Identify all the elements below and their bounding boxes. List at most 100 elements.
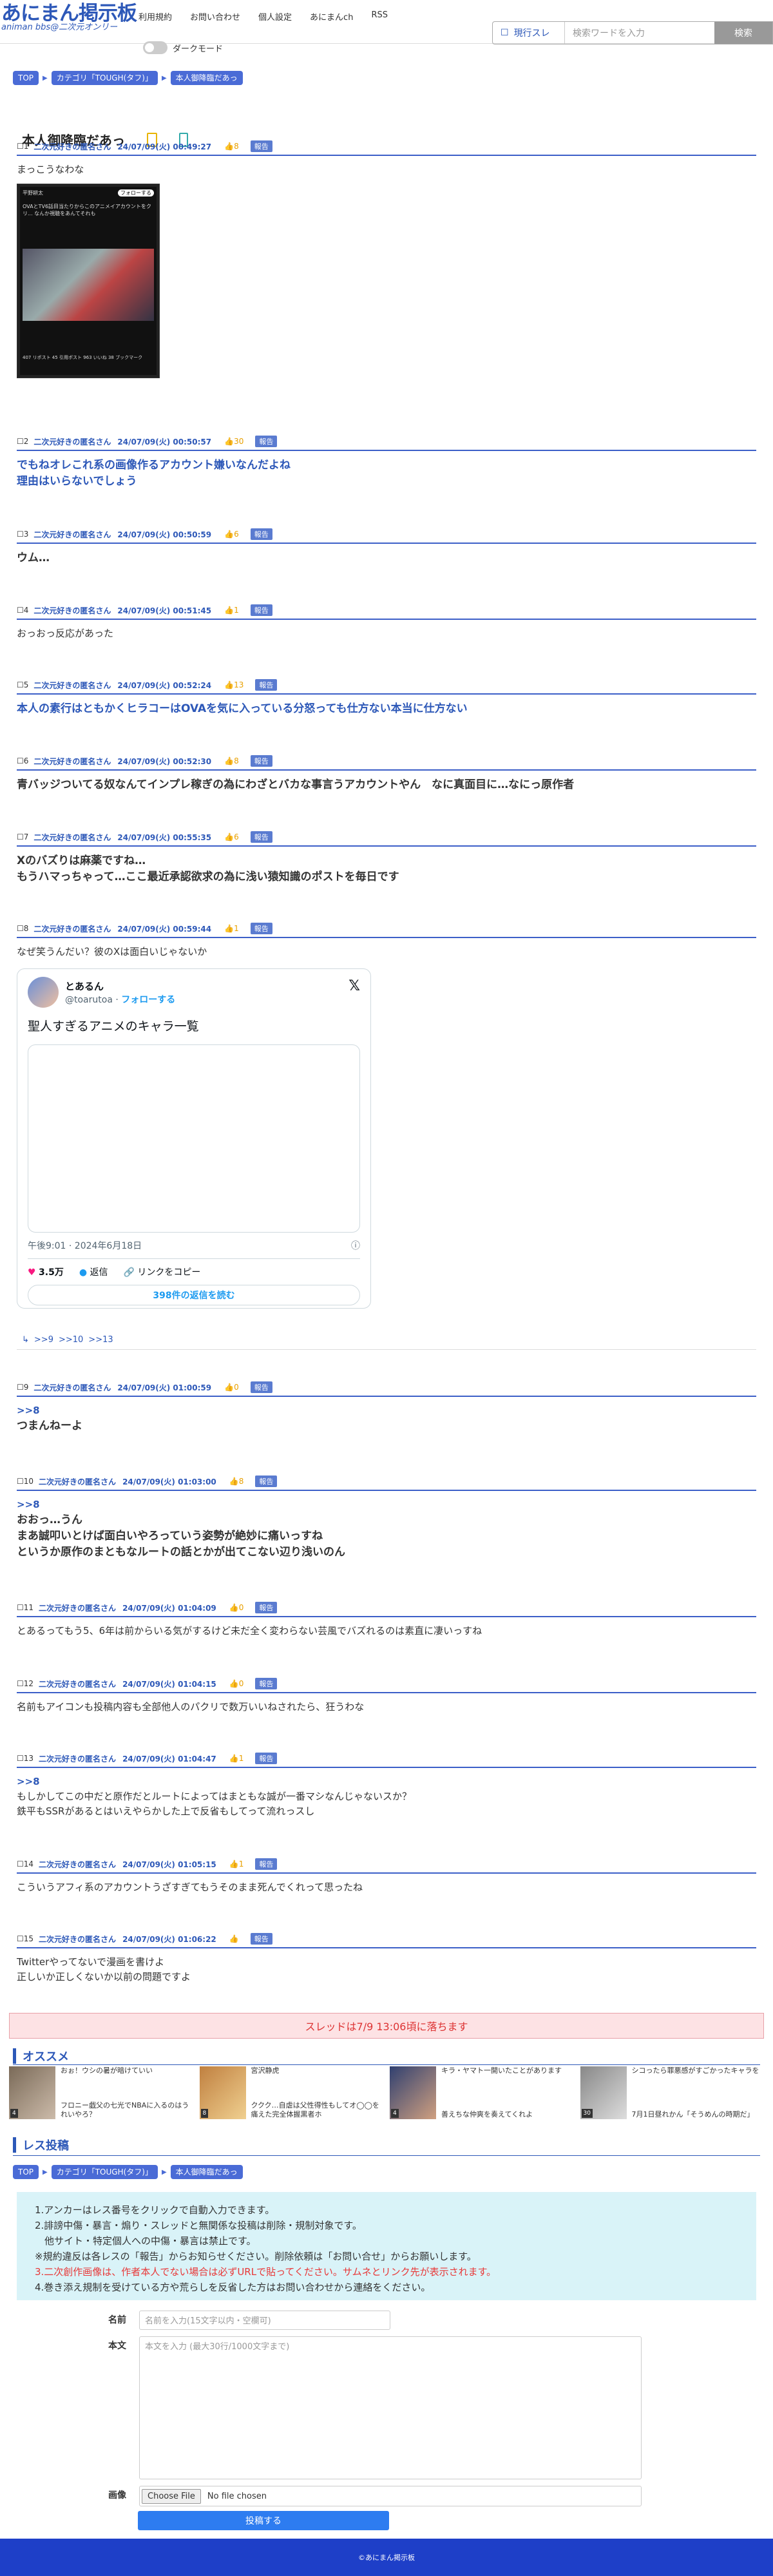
breadcrumb-thread[interactable]: 本人御降臨だあっ	[170, 71, 243, 85]
nav-settings[interactable]: 個人設定	[258, 10, 292, 23]
nav-contact[interactable]: お問い合わせ	[190, 10, 240, 23]
like-count[interactable]: 👍1	[224, 924, 239, 933]
recommend-item[interactable]: 30 シコったら罪悪感がすごかったキャラを 7月1日昼れかん「そうめんの時期だ」	[580, 2066, 765, 2119]
like-count[interactable]: 👍8	[224, 142, 239, 151]
recommend-link[interactable]: キラ・ヤマト一開いたことがあります	[441, 2066, 562, 2075]
recommend-thumbnail[interactable]: 4	[9, 2066, 55, 2119]
recommend-link[interactable]: 宮沢静虎	[251, 2066, 384, 2075]
like-count[interactable]: 👍	[229, 1934, 239, 1943]
post-line[interactable]: >>8	[17, 1774, 756, 1789]
read-replies-button[interactable]: 398件の返信を読む	[28, 1285, 360, 1305]
recommend-item[interactable]: 4 おぉ！ウシの暑が暗けていい フロニー戯父の七光でNBAに入るのはうれいやろ？	[9, 2066, 193, 2119]
dark-mode-toggle[interactable]: ダークモード	[143, 41, 223, 54]
search-button[interactable]: 検索	[714, 22, 772, 44]
post-number[interactable]: ☐6	[17, 756, 28, 765]
post-number[interactable]: ☐1	[17, 142, 28, 151]
info-icon[interactable]: ⓘ	[351, 1239, 360, 1252]
recommend-thumbnail[interactable]: 30	[580, 2066, 627, 2119]
copy-link-action[interactable]: 🔗 リンクをコピー	[124, 1265, 201, 1278]
like-count[interactable]: 👍1	[229, 1754, 244, 1763]
post-number[interactable]: ☐12	[17, 1679, 33, 1688]
recommend-link[interactable]: 7月1日昼れかん「そうめんの時期だ」	[632, 2110, 759, 2119]
report-button[interactable]: 報告	[255, 679, 278, 691]
report-button[interactable]: 報告	[255, 436, 278, 447]
like-count[interactable]: 👍8	[224, 756, 239, 765]
post-number[interactable]: ☐5	[17, 680, 28, 689]
post-number[interactable]: ☐15	[17, 1934, 33, 1943]
choose-file-button[interactable]: Choose File	[142, 2488, 201, 2504]
like-count[interactable]: 👍6	[224, 530, 239, 539]
report-button[interactable]: 報告	[250, 140, 272, 152]
x-logo-icon[interactable]: 𝕏	[348, 978, 360, 994]
post-number[interactable]: ☐3	[17, 530, 28, 539]
reply-link[interactable]: >>9	[34, 1335, 53, 1345]
breadcrumb-category[interactable]: カテゴリ「TOUGH(タフ)」	[51, 2165, 158, 2179]
submit-button[interactable]: 投稿する	[138, 2511, 389, 2530]
search-input[interactable]: 検索ワードを入力	[565, 22, 714, 44]
like-count[interactable]: 👍13	[224, 680, 243, 689]
recommend-link[interactable]: おぉ！ウシの暑が暗けていい	[61, 2066, 193, 2075]
post-number[interactable]: ☐8	[17, 924, 28, 933]
tweet-time[interactable]: 午後9:01 · 2024年6月18日	[28, 1239, 142, 1252]
nav-rss[interactable]: RSS	[371, 10, 388, 23]
report-button[interactable]: 報告	[250, 755, 272, 767]
recommend-thumbnail[interactable]: 8	[199, 2066, 246, 2119]
report-button[interactable]: 報告	[250, 831, 272, 843]
recommend-thumbnail[interactable]: 4	[390, 2066, 436, 2119]
recommend-link[interactable]: フロニー戯父の七光でNBAに入るのはうれいやろ？	[61, 2101, 193, 2119]
like-count[interactable]: 👍0	[224, 1383, 239, 1392]
checkbox-icon[interactable]: ☐	[501, 28, 509, 38]
name-field[interactable]: 名前を入力(15文字以内・空欄可)	[139, 2311, 390, 2330]
report-button[interactable]: 報告	[255, 1602, 278, 1613]
recommend-item[interactable]: 8 宮沢静虎 ククク…自虐は父性得性もしてオ◯◯を痛えた完全体握黒者ホ	[199, 2066, 384, 2119]
post-number[interactable]: ☐7	[17, 832, 28, 841]
nav-animanch[interactable]: あにまんch	[310, 10, 353, 23]
like-count[interactable]: 👍1	[229, 1860, 244, 1869]
recommend-item[interactable]: 4 キラ・ヤマト一開いたことがあります 善えちな仲爽を奏えてくれよ	[390, 2066, 574, 2119]
report-button[interactable]: 報告	[255, 1475, 278, 1487]
breadcrumb-thread[interactable]: 本人御降臨だあっ	[170, 2165, 243, 2179]
report-button[interactable]: 報告	[250, 604, 272, 616]
post-number[interactable]: ☐10	[17, 1477, 33, 1486]
nav-terms[interactable]: 利用規約	[138, 10, 172, 23]
like-count[interactable]: 👍30	[224, 437, 243, 446]
post-line[interactable]: >>8	[17, 1497, 756, 1512]
like-count[interactable]: 👍0	[229, 1603, 244, 1612]
post-number[interactable]: ☐9	[17, 1383, 28, 1392]
post-number[interactable]: ☐4	[17, 606, 28, 615]
post-number[interactable]: ☐11	[17, 1603, 33, 1612]
reply-link[interactable]: >>13	[88, 1335, 113, 1345]
post-image[interactable]: 平野耕太 フォローする OVAとTV6話目当たりからこのアニメイアカウントをクリ.…	[17, 184, 160, 378]
toggle-switch[interactable]	[143, 41, 167, 54]
breadcrumb-top[interactable]: TOP	[13, 2165, 39, 2179]
post-number[interactable]: ☐14	[17, 1860, 33, 1869]
site-logo[interactable]: あにまん掲示板 animan bbs@二次元オンリー	[0, 0, 138, 32]
recommend-link[interactable]: 善えちな仲爽を奏えてくれよ	[441, 2110, 562, 2119]
tweet-media[interactable]	[28, 1044, 360, 1233]
tweet-follow-link[interactable]: フォローする	[121, 995, 175, 1005]
report-button[interactable]: 報告	[250, 528, 272, 540]
post-line[interactable]: >>8	[17, 1403, 756, 1418]
search-scope-select[interactable]: ☐ 現行スレ	[493, 22, 565, 44]
breadcrumb-category[interactable]: カテゴリ「TOUGH(タフ)」	[51, 71, 158, 85]
breadcrumb-top[interactable]: TOP	[13, 71, 39, 85]
report-button[interactable]: 報告	[255, 1678, 278, 1689]
body-textarea[interactable]: 本文を入力 (最大30行/1000文字まで)	[139, 2336, 642, 2479]
report-button[interactable]: 報告	[255, 1858, 278, 1870]
like-count[interactable]: 👍8	[229, 1477, 244, 1486]
post-number[interactable]: ☐2	[17, 437, 28, 446]
like-count[interactable]: 👍6	[224, 832, 239, 841]
recommend-link[interactable]: ククク…自虐は父性得性もしてオ◯◯を痛えた完全体握黒者ホ	[251, 2101, 384, 2119]
like-action[interactable]: ♥ 3.5万	[28, 1265, 64, 1278]
reply-link[interactable]: >>10	[59, 1335, 83, 1345]
report-button[interactable]: 報告	[250, 1933, 272, 1945]
embedded-tweet[interactable]: とあるん @toarutoa · フォローする 𝕏 聖人すぎるアニメのキャラ一覧…	[17, 968, 371, 1309]
post-number[interactable]: ☐13	[17, 1754, 33, 1763]
like-count[interactable]: 👍0	[229, 1679, 244, 1688]
report-button[interactable]: 報告	[255, 1753, 278, 1764]
like-count[interactable]: 👍1	[224, 606, 239, 615]
report-button[interactable]: 報告	[250, 1381, 272, 1393]
report-button[interactable]: 報告	[250, 923, 272, 934]
file-input[interactable]: Choose File No file chosen	[139, 2486, 642, 2506]
reply-action[interactable]: ● 返信	[79, 1265, 108, 1278]
